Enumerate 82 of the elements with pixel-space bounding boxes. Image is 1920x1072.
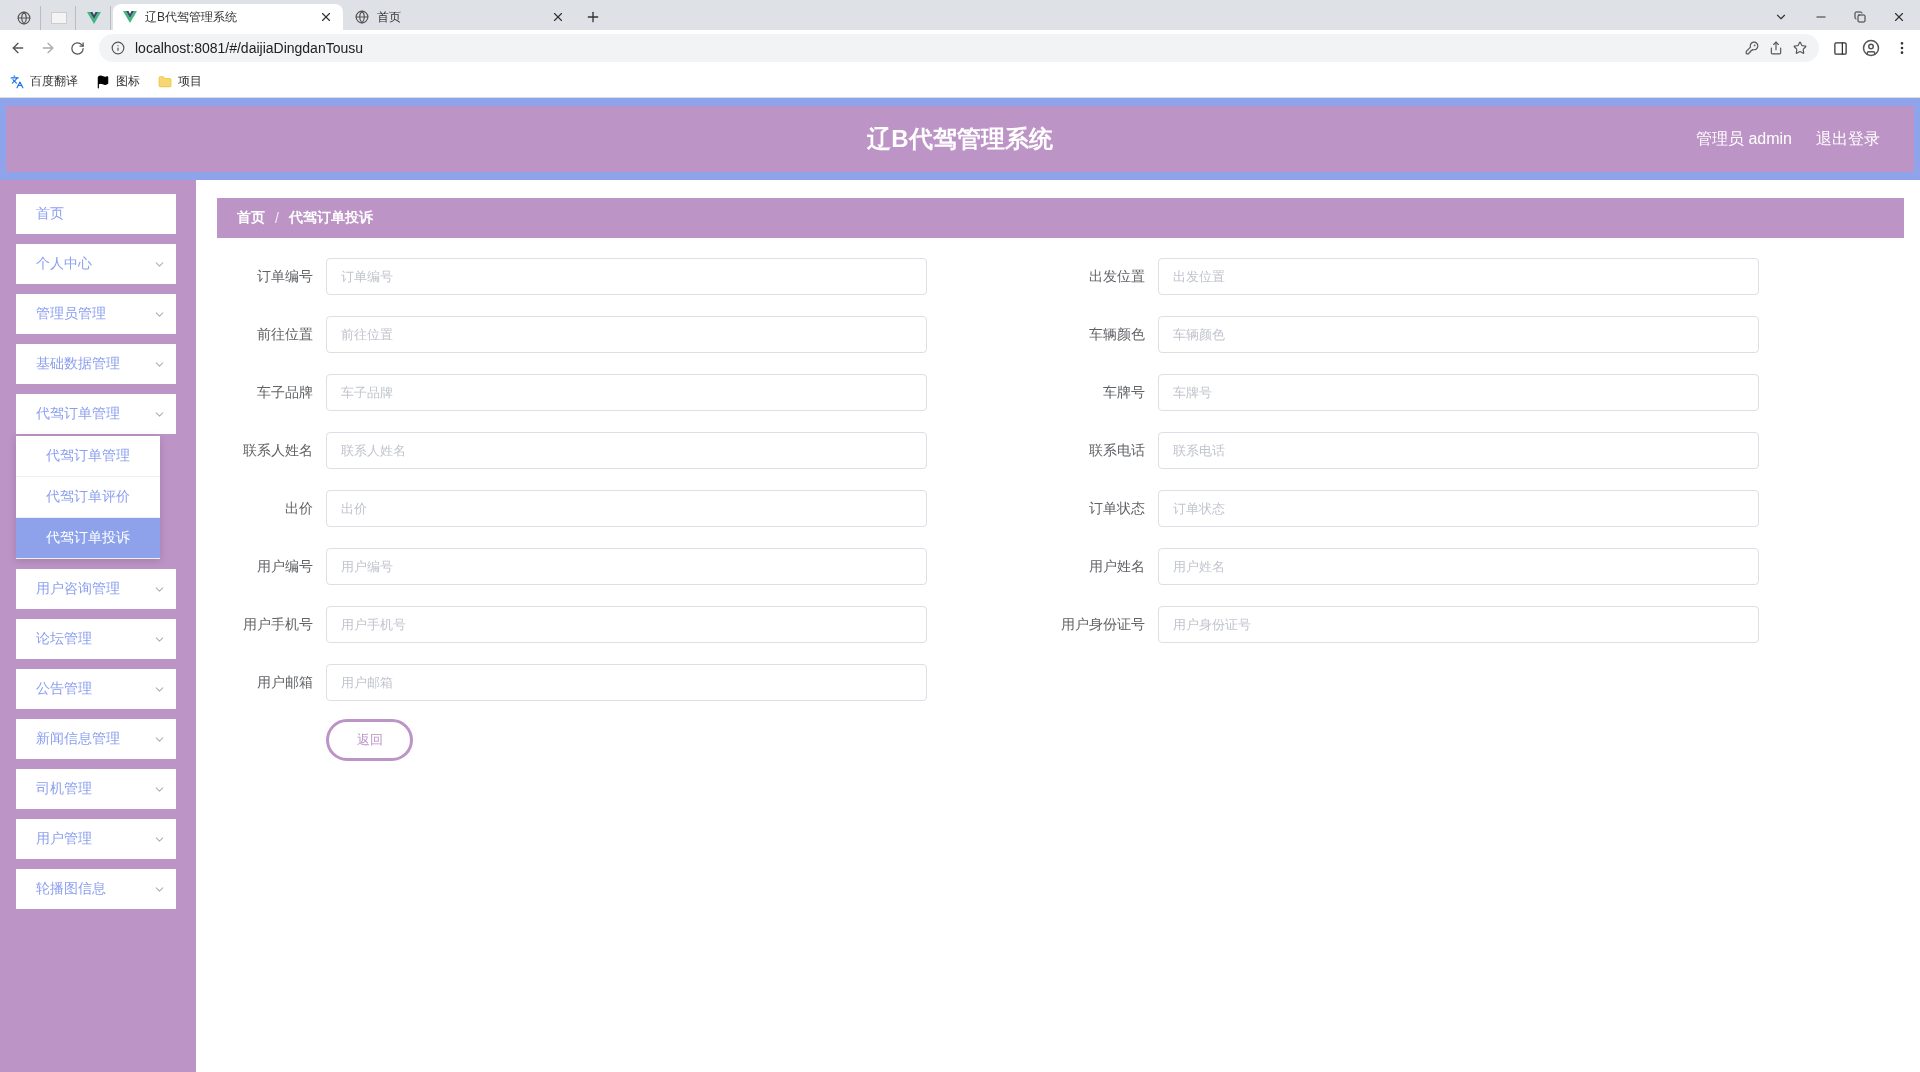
menu-item[interactable]: 个人中心 bbox=[16, 244, 176, 284]
input-field[interactable]: 用户手机号 bbox=[326, 606, 927, 643]
browser-tab[interactable]: 首页 bbox=[345, 4, 575, 30]
close-icon[interactable] bbox=[551, 10, 565, 24]
submenu-item[interactable]: 代驾订单评价 bbox=[16, 477, 160, 518]
field-label: 联系人姓名 bbox=[242, 441, 313, 460]
input-field[interactable]: 车牌号 bbox=[1158, 374, 1759, 411]
field-label: 前往位置 bbox=[256, 325, 313, 344]
bookmark[interactable]: 百度翻译 bbox=[30, 73, 78, 90]
submenu-item[interactable]: 代驾订单管理 bbox=[16, 436, 160, 477]
vue-logo-icon bbox=[123, 11, 137, 23]
globe-icon bbox=[17, 11, 31, 25]
flag-icon bbox=[96, 74, 110, 89]
new-tab-icon[interactable] bbox=[585, 9, 601, 25]
field-label: 车辆颜色 bbox=[1088, 325, 1145, 344]
key-icon[interactable] bbox=[1745, 41, 1759, 55]
field-label: 用户手机号 bbox=[242, 615, 313, 634]
close-icon[interactable] bbox=[1892, 10, 1906, 24]
input-field[interactable]: 车子品牌 bbox=[326, 374, 927, 411]
field-label: 联系电话 bbox=[1088, 441, 1145, 460]
field-label: 用户编号 bbox=[256, 557, 313, 576]
input-field[interactable]: 联系电话 bbox=[1158, 432, 1759, 469]
input-field[interactable]: 用户身份证号 bbox=[1158, 606, 1759, 643]
close-icon[interactable] bbox=[319, 10, 333, 24]
input-field[interactable]: 订单编号 bbox=[326, 258, 927, 295]
submenu-item[interactable]: 代驾订单投诉 bbox=[16, 518, 160, 559]
menu-item[interactable]: 基础数据管理 bbox=[16, 344, 176, 384]
user-label: 管理员 admin bbox=[1695, 128, 1792, 149]
breadcrumb-item[interactable]: 首页 bbox=[237, 209, 265, 227]
field-label: 出价 bbox=[284, 499, 313, 518]
field-label: 用户姓名 bbox=[1088, 557, 1145, 576]
field-label: 订单状态 bbox=[1088, 499, 1145, 518]
field-label: 车牌号 bbox=[1102, 383, 1145, 402]
field-label: 车子品牌 bbox=[256, 383, 313, 402]
system-title: 辽B代驾管理系统 bbox=[867, 124, 1053, 154]
input-field[interactable]: 订单状态 bbox=[1158, 490, 1759, 527]
globe-icon bbox=[355, 10, 369, 24]
tab-title: 首页 bbox=[377, 8, 402, 26]
star-icon[interactable] bbox=[1793, 41, 1807, 55]
share-icon[interactable] bbox=[1769, 41, 1783, 55]
input-field[interactable]: 出价 bbox=[326, 490, 927, 527]
input-field[interactable]: 前往位置 bbox=[326, 316, 927, 353]
vue-logo-icon bbox=[87, 12, 101, 24]
profile-icon[interactable] bbox=[1862, 39, 1880, 57]
input-field[interactable]: 用户姓名 bbox=[1158, 548, 1759, 585]
breadcrumb-separator: / bbox=[275, 210, 279, 226]
field-label: 出发位置 bbox=[1088, 267, 1145, 286]
tab-title: 辽B代驾管理系统 bbox=[145, 8, 238, 26]
back-icon[interactable] bbox=[10, 40, 26, 56]
side-panel-icon[interactable] bbox=[1833, 40, 1848, 56]
menu-item[interactable]: 新闻信息管理 bbox=[16, 719, 176, 759]
translate-icon bbox=[10, 74, 24, 89]
input-field[interactable]: 车辆颜色 bbox=[1158, 316, 1759, 353]
browser-tab[interactable]: 辽B代驾管理系统 bbox=[113, 4, 343, 30]
address-bar[interactable]: localhost:8081/#/daijiaDingdanTousu bbox=[99, 34, 1819, 62]
menu-item[interactable]: 首页 bbox=[16, 194, 176, 234]
menu-item[interactable]: 公告管理 bbox=[16, 669, 176, 709]
field-label: 订单编号 bbox=[256, 267, 313, 286]
menu-item[interactable]: 用户管理 bbox=[16, 819, 176, 859]
menu-item[interactable]: 轮播图信息 bbox=[16, 869, 176, 909]
menu-item[interactable]: 司机管理 bbox=[16, 769, 176, 809]
blank-page-icon bbox=[51, 12, 67, 24]
logout-link[interactable]: 退出登录 bbox=[1816, 128, 1880, 150]
field-label: 用户身份证号 bbox=[1060, 615, 1145, 634]
reload-icon[interactable] bbox=[70, 40, 85, 56]
bookmark[interactable]: 项目 bbox=[178, 73, 202, 90]
field-label: 用户邮箱 bbox=[256, 673, 313, 692]
input-field[interactable]: 用户编号 bbox=[326, 548, 927, 585]
folder-icon bbox=[158, 74, 172, 89]
menu-item[interactable]: 论坛管理 bbox=[16, 619, 176, 659]
breadcrumb-item: 代驾订单投诉 bbox=[288, 209, 373, 227]
input-field[interactable]: 联系人姓名 bbox=[326, 432, 927, 469]
input-field[interactable]: 用户邮箱 bbox=[326, 664, 927, 701]
back-button[interactable]: 返回 bbox=[326, 719, 413, 761]
restore-icon[interactable] bbox=[1854, 11, 1866, 23]
menu-item[interactable]: 管理员管理 bbox=[16, 294, 176, 334]
menu-item[interactable]: 代驾订单管理 bbox=[16, 394, 176, 434]
bookmark[interactable]: 图标 bbox=[116, 73, 140, 90]
menu-item[interactable]: 用户咨询管理 bbox=[16, 569, 176, 609]
info-icon bbox=[111, 41, 125, 55]
input-field[interactable]: 出发位置 bbox=[1158, 258, 1759, 295]
url-text: localhost:8081/#/daijiaDingdanTousu bbox=[135, 40, 365, 56]
